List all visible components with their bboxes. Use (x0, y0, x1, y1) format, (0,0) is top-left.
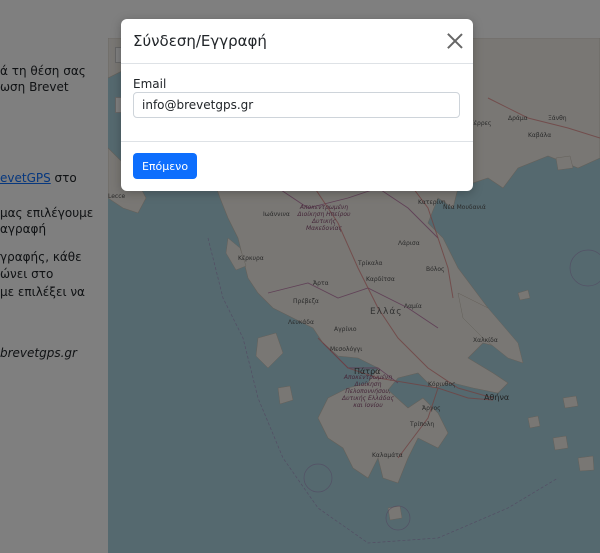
modal-title: Σύνδεση/Εγγραφή (133, 32, 267, 50)
modal-body: Email (121, 64, 473, 142)
login-register-modal: Σύνδεση/Εγγραφή Email Επόμενο (121, 19, 473, 191)
modal-header: Σύνδεση/Εγγραφή (121, 19, 473, 64)
next-button[interactable]: Επόμενο (133, 153, 197, 179)
email-field[interactable] (133, 92, 460, 118)
close-icon[interactable] (447, 33, 463, 49)
email-label: Email (133, 77, 167, 91)
